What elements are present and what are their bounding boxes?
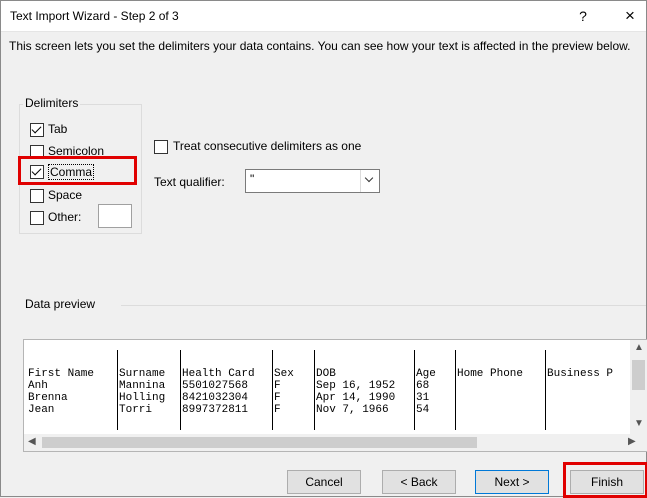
- space-checkbox-label[interactable]: Space: [48, 188, 82, 202]
- vertical-scrollbar[interactable]: ▲ ▼: [630, 340, 647, 434]
- preview-cell: Anh: [28, 380, 48, 392]
- preview-cell: Nov 7, 1966: [316, 404, 389, 416]
- preview-header-cell: Home Phone: [457, 368, 524, 380]
- column-separator[interactable]: [314, 350, 315, 430]
- consecutive-checkbox-label[interactable]: Treat consecutive delimiters as one: [173, 139, 361, 153]
- column-separator[interactable]: [272, 350, 273, 430]
- preview-cell: 8997372811: [182, 404, 249, 416]
- close-button[interactable]: ×: [619, 5, 641, 27]
- scroll-right-icon[interactable]: ▶: [628, 436, 636, 447]
- preview-header-cell: First Name: [28, 368, 95, 380]
- column-separator[interactable]: [180, 350, 181, 430]
- horizontal-scrollbar[interactable]: ◀ ▶: [24, 434, 647, 451]
- scroll-down-icon[interactable]: ▼: [634, 418, 644, 429]
- preview-header-cell: Sex: [274, 368, 294, 380]
- preview-cell: F: [274, 380, 281, 392]
- preview-cell: 68: [416, 380, 430, 392]
- other-checkbox-label[interactable]: Other:: [48, 210, 81, 224]
- column-separator[interactable]: [414, 350, 415, 430]
- description-text: This screen lets you set the delimiters …: [9, 39, 631, 53]
- preview-header-cell: Age: [416, 368, 436, 380]
- preview-cell: Torri: [119, 404, 153, 416]
- data-preview-divider: [121, 305, 646, 306]
- preview-cell: F: [274, 404, 281, 416]
- cancel-button[interactable]: Cancel: [287, 470, 361, 494]
- preview-cell: Sep 16, 1952: [316, 380, 396, 392]
- vertical-scroll-thumb[interactable]: [632, 360, 645, 390]
- column-separator[interactable]: [117, 350, 118, 430]
- preview-cell: Holling: [119, 392, 166, 404]
- window-title: Text Import Wizard - Step 2 of 3: [10, 9, 179, 23]
- preview-header-cell: Health Card: [182, 368, 255, 380]
- next-button[interactable]: Next >: [475, 470, 549, 494]
- horizontal-scroll-thumb[interactable]: [42, 437, 477, 448]
- preview-cell: Mannina: [119, 380, 166, 392]
- back-button[interactable]: < Back: [382, 470, 456, 494]
- column-separator[interactable]: [455, 350, 456, 430]
- tab-checkbox-label[interactable]: Tab: [48, 122, 67, 136]
- preview-header-cell: DOB: [316, 368, 336, 380]
- preview-cell: Jean: [28, 404, 55, 416]
- preview-cell: 5501027568: [182, 380, 249, 392]
- preview-cell: 31: [416, 392, 430, 404]
- data-preview-box[interactable]: First Name Surname Health Card Sex DOB A…: [23, 339, 647, 452]
- preview-header-cell: Business P: [547, 368, 614, 380]
- title-bar: Text Import Wizard - Step 2 of 3 ? ×: [1, 1, 646, 32]
- preview-cell: Brenna: [28, 392, 68, 404]
- preview-cell: 8421032304: [182, 392, 249, 404]
- space-checkbox-box[interactable]: [30, 189, 44, 203]
- comma-highlight-box: [18, 156, 137, 185]
- finish-highlight-box: [563, 462, 647, 498]
- other-delimiter-input[interactable]: [98, 204, 132, 228]
- column-separator[interactable]: [545, 350, 546, 430]
- text-qualifier-value: ": [250, 172, 255, 186]
- scroll-up-icon[interactable]: ▲: [634, 342, 644, 353]
- preview-header-cell: Surname: [119, 368, 166, 380]
- data-preview-label: Data preview: [23, 297, 98, 311]
- preview-cell: F: [274, 392, 281, 404]
- preview-cell: Apr 14, 1990: [316, 392, 396, 404]
- other-checkbox-box[interactable]: [30, 211, 44, 225]
- text-qualifier-select[interactable]: ": [245, 169, 380, 193]
- chevron-down-icon[interactable]: [360, 170, 379, 192]
- text-import-wizard-dialog: Text Import Wizard - Step 2 of 3 ? × Thi…: [0, 0, 647, 498]
- tab-checkbox-box[interactable]: [30, 123, 44, 137]
- preview-cell: 54: [416, 404, 430, 416]
- text-qualifier-label: Text qualifier:: [154, 175, 225, 189]
- consecutive-checkbox-box[interactable]: [154, 140, 168, 154]
- help-button[interactable]: ?: [573, 6, 593, 26]
- delimiters-group-label: Delimiters: [23, 96, 81, 110]
- scroll-left-icon[interactable]: ◀: [28, 436, 36, 447]
